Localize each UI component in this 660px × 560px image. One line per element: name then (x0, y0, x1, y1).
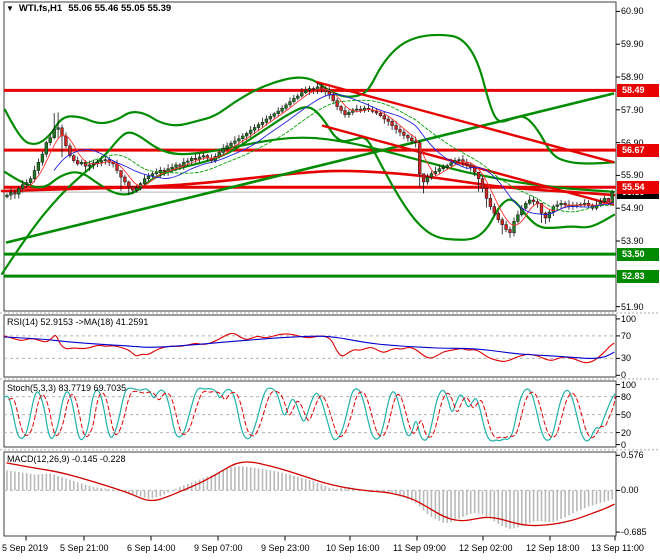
price-level-badge: 56.67 (617, 144, 659, 157)
price-tick-label: 59.90 (621, 39, 644, 49)
price-tick-label: 51.90 (621, 302, 644, 312)
stoch-tick-label: 50 (621, 410, 631, 420)
price-tick-label: 54.90 (621, 203, 644, 213)
macd-tick-label: 0.576 (621, 450, 644, 460)
time-axis-label: 12 Sep 02:00 (459, 543, 513, 553)
time-axis-label: 11 Sep 09:00 (393, 543, 446, 553)
stoch-panel-label: Stoch(5,3,3) 83.7719 69.7035 (7, 383, 126, 393)
time-axis-label: 5 Sep 2019 (2, 543, 48, 553)
macd-panel-label: MACD(12,26,9) -0.145 -0.228 (7, 454, 126, 464)
time-axis-label: 12 Sep 18:00 (526, 543, 580, 553)
stoch-tick-label: 100 (621, 380, 636, 390)
chart-title: ▼ WTI.fs,H1 55.06 55.46 55.05 55.39 (6, 3, 171, 14)
price-tick-label: 57.90 (621, 105, 644, 115)
stoch-tick-label: 20 (621, 428, 631, 438)
price-level-badge: 53.50 (617, 248, 659, 261)
time-axis-label: 13 Sep 11:00 (591, 543, 644, 553)
chart-window: ▼ WTI.fs,H1 55.06 55.46 55.05 55.39 RSI(14… (0, 0, 660, 560)
rsi-tick-label: 30 (621, 353, 631, 363)
rsi-tick-label: 100 (621, 314, 636, 324)
price-tick-label: 58.90 (621, 72, 644, 82)
time-axis-label: 9 Sep 07:00 (194, 543, 243, 553)
macd-tick-label: -0.685 (621, 527, 647, 537)
price-level-badge: 52.83 (617, 270, 659, 283)
price-level-badge: 58.49 (617, 84, 659, 97)
chart-canvas[interactable] (0, 0, 660, 560)
ohlc-values: 55.06 55.46 55.05 55.39 (68, 3, 171, 14)
price-level-badge: 55.54 (617, 181, 659, 194)
price-tick-label: 53.90 (621, 236, 644, 246)
chart-dropdown-icon: ▼ (6, 4, 14, 13)
rsi-panel-label: RSI(14) 52.9153 ->MA(18) 41.2591 (7, 317, 148, 327)
time-axis-label: 9 Sep 23:00 (261, 543, 310, 553)
stoch-tick-label: 80 (621, 392, 631, 402)
stoch-tick-label: 0 (621, 440, 626, 450)
time-axis-label: 5 Sep 21:00 (60, 543, 109, 553)
macd-tick-label: 0.00 (621, 485, 639, 495)
time-axis-label: 10 Sep 16:00 (326, 543, 380, 553)
symbol-label: WTI.fs,H1 (19, 3, 62, 14)
time-axis-label: 6 Sep 14:00 (127, 543, 176, 553)
price-tick-label: 60.90 (621, 6, 644, 16)
price-tick-label: 55.90 (621, 170, 644, 180)
rsi-tick-label: 70 (621, 331, 631, 341)
